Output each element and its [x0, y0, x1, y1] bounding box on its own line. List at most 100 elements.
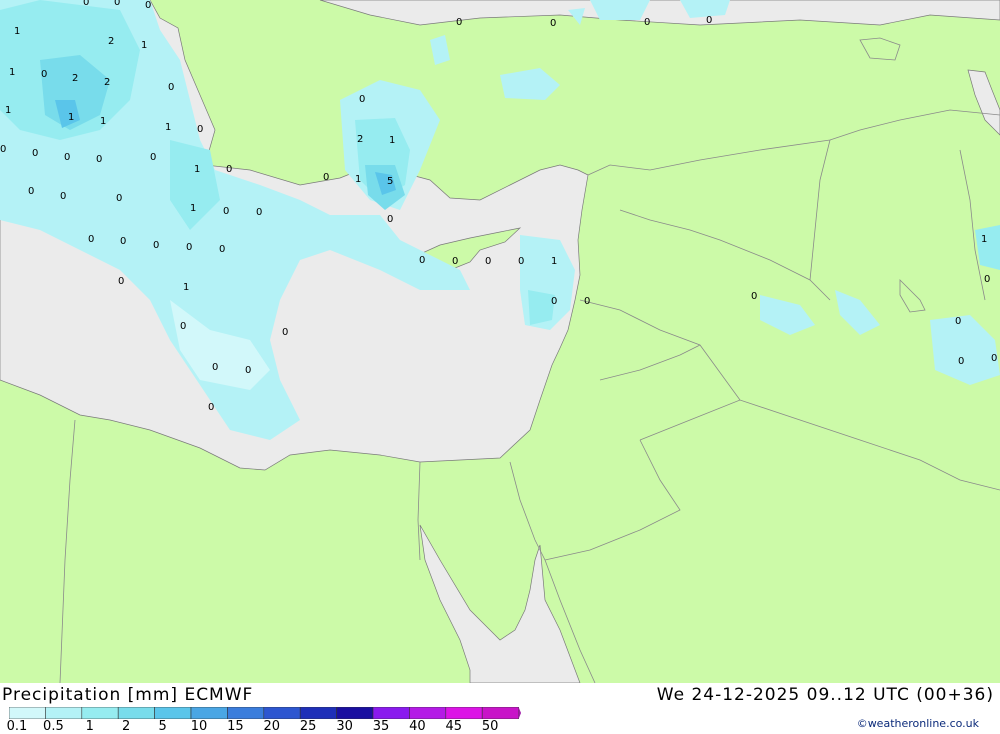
precipitation-map: 1 2 1 0 0 0 1 0 2 2 1 1 1 0 0 0 0 0 1 0 … [0, 0, 1000, 683]
value-label: 1 [190, 203, 196, 214]
value-label: 0 [180, 321, 186, 332]
value-label: 0 [984, 274, 990, 285]
value-label: 0 [219, 244, 225, 255]
value-label: 2 [72, 73, 78, 84]
value-label: 0 [41, 69, 47, 80]
value-label: 0 [955, 316, 961, 327]
value-label: 0 [153, 240, 159, 251]
value-label: 1 [100, 116, 106, 127]
value-label: 1 [194, 164, 200, 175]
value-label: 1 [981, 234, 987, 245]
value-label: 0 [706, 15, 712, 26]
value-label: 0 [0, 144, 6, 155]
legend-label: 50 [481, 719, 499, 734]
value-label: 0 [644, 17, 650, 28]
legend-label: 0.5 [43, 719, 64, 734]
legend-footer: Precipitation [mm] ECMWF We 24-12-2025 0… [0, 683, 1000, 734]
value-label: 0 [551, 296, 557, 307]
value-label: 1 [551, 256, 557, 267]
legend-label: 5 [158, 719, 167, 734]
value-label: 1 [141, 40, 147, 51]
legend-swatch [9, 707, 46, 719]
value-label: 0 [226, 164, 232, 175]
value-label: 0 [245, 365, 251, 376]
value-label: 0 [958, 356, 964, 367]
map-title: Precipitation [mm] ECMWF [2, 685, 254, 705]
value-label: 1 [165, 122, 171, 133]
legend-label: 0.1 [6, 719, 28, 734]
value-label: 0 [83, 0, 89, 8]
legend-swatch [45, 707, 83, 719]
legend-label: 15 [227, 719, 244, 734]
value-label: 0 [550, 18, 556, 29]
legend-swatch [409, 707, 447, 719]
value-label: 0 [120, 236, 126, 247]
legend-swatch [227, 707, 265, 719]
value-label: 0 [197, 124, 203, 135]
value-label: 0 [150, 152, 156, 163]
value-label: 0 [751, 291, 757, 302]
value-label: 1 [14, 26, 20, 37]
value-label: 0 [359, 94, 365, 105]
value-label: 0 [212, 362, 218, 373]
legend-label: 1 [85, 719, 94, 734]
value-label: 0 [60, 191, 66, 202]
forecast-time: We 24-12-2025 09..12 UTC (00+36) [656, 685, 994, 705]
legend-swatch [81, 707, 119, 719]
legend-label: 30 [336, 719, 353, 734]
value-label: 1 [68, 112, 74, 123]
value-label: 2 [108, 36, 114, 47]
value-label: 0 [387, 214, 393, 225]
value-label: 0 [28, 186, 34, 197]
legend-swatch [445, 707, 483, 719]
value-label: 1 [5, 105, 11, 116]
value-label: 0 [456, 17, 462, 28]
legend-swatch [117, 707, 155, 719]
legend-label: 25 [299, 719, 317, 734]
value-label: 1 [389, 135, 395, 146]
legend-label: 35 [372, 719, 390, 734]
value-label: 0 [32, 148, 38, 159]
value-label: 0 [518, 256, 524, 267]
value-label: 5 [387, 176, 393, 187]
black-sea [319, 0, 1000, 26]
value-label: 0 [114, 0, 120, 8]
value-label: 0 [96, 154, 102, 165]
value-label: 2 [104, 77, 110, 88]
value-label: 0 [323, 172, 329, 183]
legend-swatch [481, 707, 519, 719]
value-label: 0 [64, 152, 70, 163]
legend-label: 40 [409, 719, 426, 734]
credit-link[interactable]: ©weatheronline.co.uk [857, 717, 979, 730]
value-label: 2 [357, 134, 363, 145]
value-label: 0 [208, 402, 214, 413]
value-label: 1 [9, 67, 15, 78]
legend-swatch [299, 707, 337, 719]
value-label: 0 [282, 327, 288, 338]
legend-label: 10 [190, 719, 208, 734]
legend-swatch [154, 707, 192, 719]
value-label: 0 [145, 0, 151, 11]
value-label: 1 [355, 174, 361, 185]
value-label: 0 [991, 353, 997, 364]
value-label: 0 [116, 193, 122, 204]
color-scale [9, 707, 521, 719]
legend-arrow [518, 707, 521, 719]
legend-swatch [336, 707, 374, 719]
value-label: 0 [584, 296, 590, 307]
value-label: 0 [88, 234, 94, 245]
value-label: 0 [485, 256, 491, 267]
value-label: 0 [452, 256, 458, 267]
legend-swatch [263, 707, 301, 719]
value-label: 0 [223, 206, 229, 217]
value-label: 0 [118, 276, 124, 287]
value-label: 1 [183, 282, 189, 293]
legend-label: 2 [122, 719, 131, 734]
value-label: 0 [256, 207, 262, 218]
legend-swatch [190, 707, 228, 719]
value-label: 0 [168, 82, 174, 93]
value-label: 0 [186, 242, 192, 253]
value-label: 0 [419, 255, 425, 266]
legend-label: 20 [263, 719, 281, 734]
legend-label: 45 [445, 719, 463, 734]
